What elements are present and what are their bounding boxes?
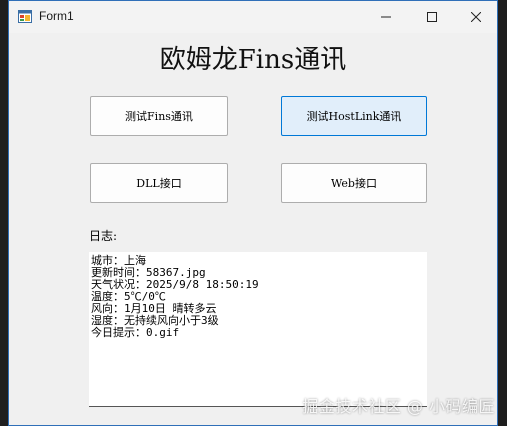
maximize-button[interactable] <box>409 1 455 33</box>
watermark-text: 掘金技术社区 @ 小码编匠 <box>302 397 495 416</box>
test-fins-button[interactable]: 测试Fins通讯 <box>90 96 228 136</box>
page-title: 欧姆龙Fins通讯 <box>159 45 347 75</box>
close-button[interactable] <box>453 1 497 33</box>
app-window: Form1 欧姆龙Fins通讯 测试Fins通讯 测试HostLink通讯 DL… <box>8 0 498 426</box>
app-form-icon <box>18 10 32 23</box>
log-textbox[interactable]: 城市：上海 更新时间：58367.jpg 天气状况：2025/9/8 18:50… <box>89 252 427 407</box>
log-label: 日志: <box>89 229 118 243</box>
maximize-icon <box>427 12 437 22</box>
log-line-tip: 今日提示：0.gif <box>91 326 180 339</box>
minimize-button[interactable] <box>363 1 409 33</box>
dll-interface-button[interactable]: DLL接口 <box>90 163 228 203</box>
title-bar[interactable]: Form1 <box>9 1 497 33</box>
window-title: Form1 <box>39 9 74 23</box>
minimize-icon <box>381 16 391 18</box>
web-interface-button[interactable]: Web接口 <box>281 163 427 203</box>
close-icon <box>471 12 481 22</box>
test-hostlink-button[interactable]: 测试HostLink通讯 <box>281 96 427 136</box>
